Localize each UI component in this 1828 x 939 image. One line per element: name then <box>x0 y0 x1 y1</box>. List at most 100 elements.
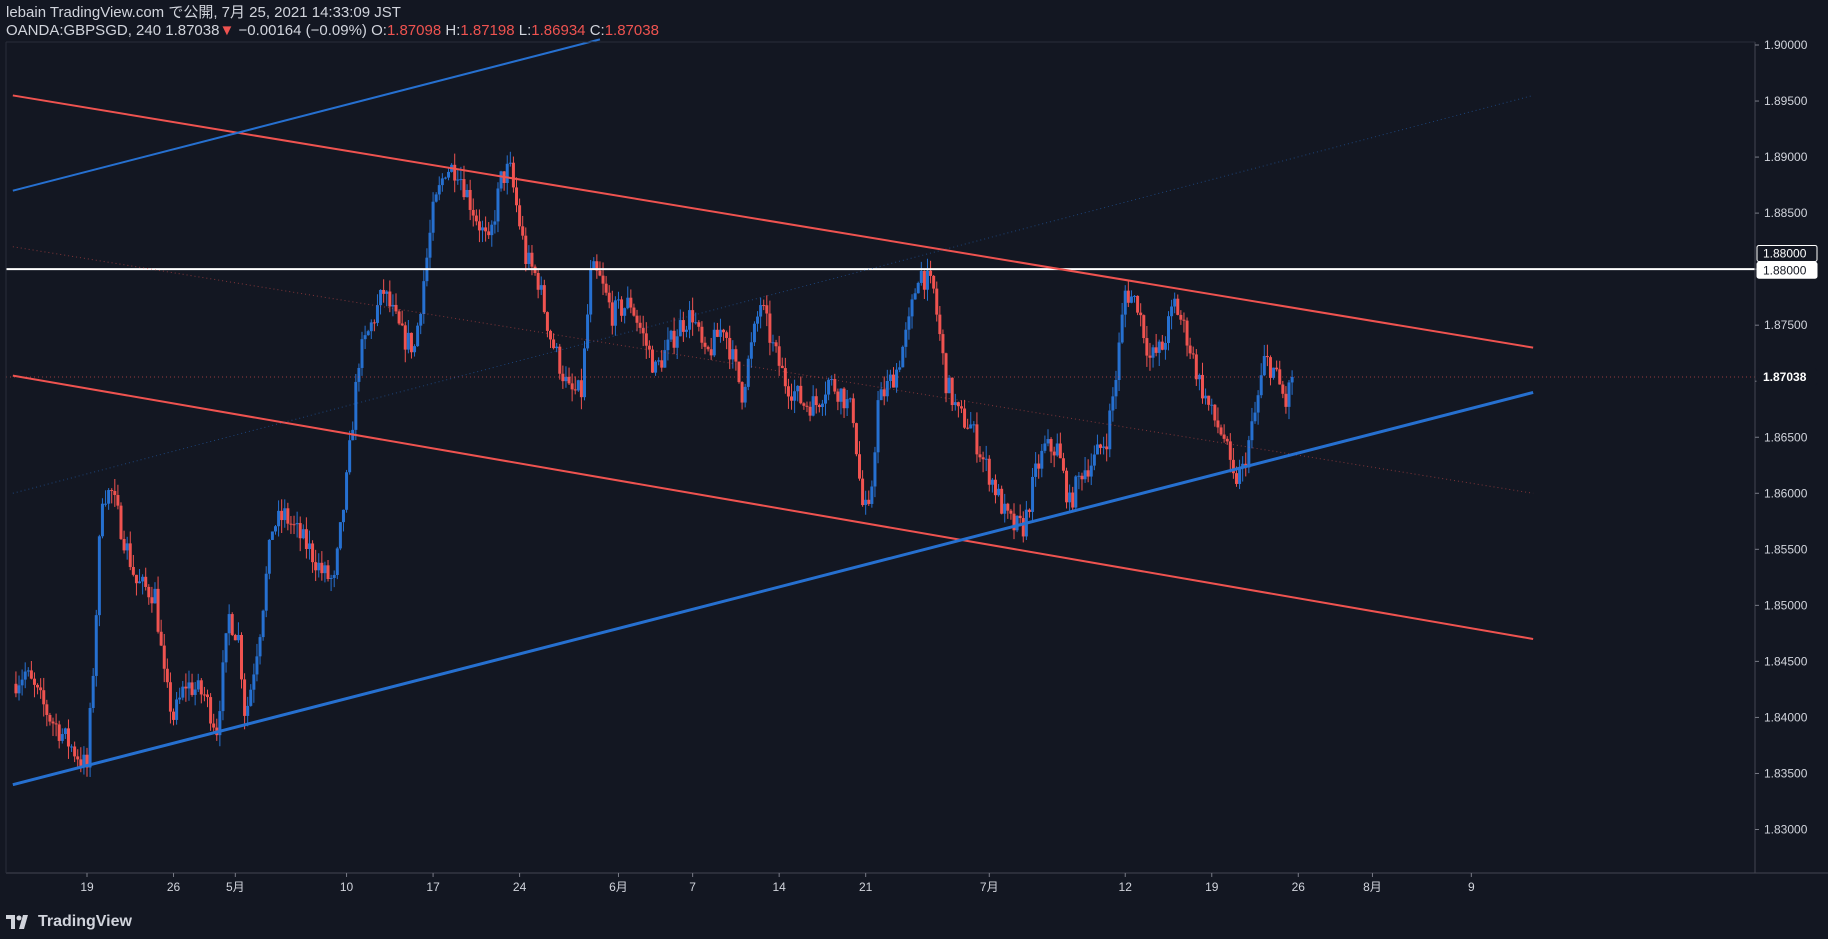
candle-up <box>1238 468 1242 484</box>
candle-down <box>929 270 933 276</box>
candle-down <box>280 510 284 521</box>
candle-down <box>314 562 318 571</box>
candle-down <box>1176 298 1180 315</box>
candle-down <box>1009 510 1013 514</box>
candle-up <box>564 376 568 382</box>
candle-up <box>153 588 157 604</box>
candle-down <box>650 349 654 373</box>
high-label: H: <box>445 22 461 39</box>
candle-down <box>978 454 982 458</box>
time-tick-label: 8月 <box>1363 880 1382 894</box>
candle-up <box>589 269 593 315</box>
candle-down <box>762 305 766 307</box>
candle-down <box>468 189 472 210</box>
candle-down <box>963 408 967 428</box>
candle-down <box>1136 295 1140 313</box>
candle-down <box>289 523 293 525</box>
candle-up <box>258 637 262 657</box>
candle-up <box>925 270 929 290</box>
price-tick-label: 1.89500 <box>1764 94 1808 108</box>
time-tick-label: 19 <box>1205 880 1219 894</box>
candle-down <box>1058 443 1062 459</box>
candle-down <box>57 724 61 741</box>
candle-down <box>858 454 861 479</box>
open-value: 1.87098 <box>386 22 442 39</box>
candle-down <box>790 396 794 401</box>
candle-up <box>756 316 760 324</box>
candle-up <box>984 458 988 460</box>
candle-down <box>172 711 176 720</box>
candle-up <box>332 575 336 578</box>
candle-down <box>691 310 695 323</box>
candle-up <box>335 548 339 576</box>
candle-down <box>1021 518 1025 537</box>
candle-up <box>527 252 531 264</box>
candle-up <box>422 281 426 314</box>
candle-up <box>616 299 620 301</box>
candle-up <box>357 367 361 382</box>
candle-down <box>66 728 70 747</box>
candle-down <box>1284 393 1288 407</box>
high-value: 1.87198 <box>460 22 515 39</box>
tradingview-brand[interactable]: TradingView <box>6 913 132 931</box>
candle-down <box>1105 446 1109 450</box>
candle-down <box>1000 488 1004 514</box>
candle-down <box>1049 439 1053 452</box>
candle-up <box>125 543 129 551</box>
candle-up <box>88 707 92 768</box>
candle-up <box>1015 515 1019 531</box>
candle-down <box>147 586 151 598</box>
candle-down <box>836 391 840 402</box>
time-tick-label: 9 <box>1468 880 1475 894</box>
candle-up <box>1256 395 1260 413</box>
candle-down <box>799 385 803 404</box>
price-tick-label: 1.85000 <box>1764 598 1808 612</box>
candle-down <box>230 614 234 635</box>
price-tick-label: 1.85500 <box>1764 542 1808 556</box>
candle-up <box>811 396 815 416</box>
candle-up <box>895 369 899 388</box>
candle-down <box>320 562 324 574</box>
candle-up <box>181 686 185 698</box>
candle-down <box>471 209 475 216</box>
candle-up <box>669 330 673 340</box>
close-value: 1.87038 <box>604 22 659 39</box>
candle-down <box>536 272 540 290</box>
candle-down <box>768 313 772 343</box>
price-tick-label: 1.86500 <box>1764 430 1808 444</box>
candle-down <box>116 495 120 506</box>
candle-down <box>32 678 36 685</box>
candle-down <box>1065 470 1069 503</box>
candle-up <box>20 679 24 686</box>
candle-down <box>1145 338 1149 356</box>
last-price: 1.87038 <box>165 22 220 39</box>
candle-down <box>286 508 290 524</box>
candle-up <box>496 188 500 222</box>
candle-up <box>953 402 957 406</box>
drawing-layer[interactable] <box>6 38 1755 787</box>
candle-up <box>845 399 849 409</box>
candle-up <box>23 671 27 680</box>
candle-down <box>703 342 707 347</box>
candle-down <box>579 380 583 398</box>
candle-up <box>175 699 179 720</box>
candle-up <box>379 289 383 306</box>
candle-down <box>1142 315 1146 339</box>
candle-down <box>209 697 213 724</box>
candle-up <box>354 381 358 430</box>
candle-up <box>1114 380 1118 397</box>
candle-up <box>323 565 327 574</box>
candle-down <box>817 405 821 408</box>
candle-down <box>156 588 160 632</box>
candle-up <box>969 424 973 429</box>
candle-down <box>959 406 963 409</box>
candle-up <box>94 615 98 676</box>
candle-down <box>833 379 837 392</box>
chart-canvas[interactable]: 1.90000 1.89500 1.89000 1.88500 1.88000 1.875… <box>0 0 1828 939</box>
candle-up <box>1031 476 1035 512</box>
candle-up <box>456 179 460 181</box>
price-tick-label: 1.83500 <box>1764 766 1808 780</box>
candle-down <box>394 304 398 312</box>
candle-down <box>1200 374 1204 399</box>
candle-up <box>1043 443 1047 451</box>
